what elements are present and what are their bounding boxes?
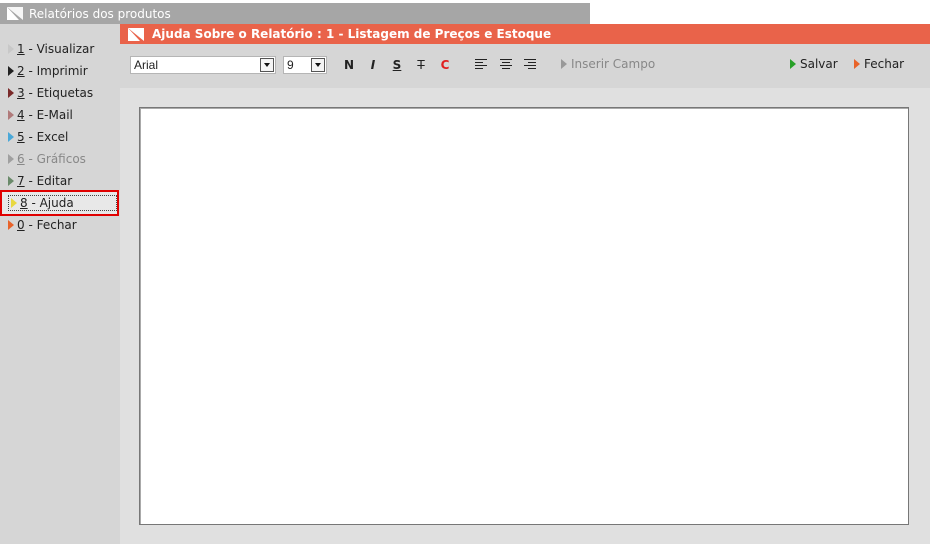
shortcut-key: 0 <box>17 218 25 232</box>
focus-outline: 8 - Ajuda <box>8 195 117 211</box>
font-size-select[interactable]: 9 <box>283 56 327 74</box>
arrow-icon <box>8 220 14 230</box>
save-button[interactable]: Salvar <box>790 57 838 71</box>
arrow-icon <box>8 66 14 76</box>
arrow-icon <box>8 154 14 164</box>
window-title-bar: Relatórios dos produtos <box>0 3 590 24</box>
sidebar-item-2[interactable]: 2 - Imprimir <box>0 60 120 82</box>
sidebar-item-label: - Editar <box>24 174 73 188</box>
shortcut-key: 1 <box>17 42 25 56</box>
panel-title: Ajuda Sobre o Relatório : 1 - Listagem d… <box>152 27 552 41</box>
logo-icon <box>7 7 23 20</box>
chevron-down-icon[interactable] <box>260 58 274 72</box>
panel-header: Ajuda Sobre o Relatório : 1 - Listagem d… <box>120 24 930 44</box>
sidebar-item-4[interactable]: 4 - E-Mail <box>0 104 120 126</box>
shortcut-key: 5 <box>17 130 25 144</box>
sidebar-item-label: - Etiquetas <box>24 86 94 100</box>
sidebar-item-3[interactable]: 3 - Etiquetas <box>0 82 120 104</box>
insert-field-button[interactable]: Inserir Campo <box>561 57 655 71</box>
sidebar-item-1[interactable]: 1 - Visualizar <box>0 38 120 60</box>
sidebar-item-8[interactable]: 8 - Ajuda <box>0 190 119 216</box>
font-size-value: 9 <box>287 58 294 72</box>
bold-button[interactable]: N <box>341 57 357 73</box>
arrow-icon <box>8 44 14 54</box>
play-icon <box>790 59 796 69</box>
play-icon <box>561 59 567 69</box>
help-panel: Ajuda Sobre o Relatório : 1 - Listagem d… <box>120 24 930 544</box>
shortcut-key: 2 <box>17 64 25 78</box>
align-right-icon[interactable] <box>524 59 536 70</box>
align-center-icon[interactable] <box>500 59 512 70</box>
sidebar: 1 - Visualizar 2 - Imprimir 3 - Etiquetas 4… <box>0 24 120 544</box>
play-icon <box>854 59 860 69</box>
logo-icon <box>128 27 144 41</box>
sidebar-item-label: - Visualizar <box>24 42 95 56</box>
sidebar-item-7[interactable]: 7 - Editar <box>0 170 120 192</box>
save-label: Salvar <box>800 57 838 71</box>
arrow-icon <box>8 176 14 186</box>
sidebar-item-5[interactable]: 5 - Excel <box>0 126 120 148</box>
shortcut-key: 8 <box>20 196 28 210</box>
chevron-down-icon[interactable] <box>311 58 325 72</box>
arrow-icon <box>8 132 14 142</box>
shortcut-key: 6 <box>17 152 25 166</box>
sidebar-item-6[interactable]: 6 - Gráficos <box>0 148 120 170</box>
editor-toolbar: Arial 9 N I S T C Inserir Campo Salvar F… <box>120 44 930 88</box>
arrow-icon <box>8 110 14 120</box>
shortcut-key: 4 <box>17 108 25 122</box>
sidebar-item-label: - Ajuda <box>27 196 74 210</box>
font-family-value: Arial <box>134 58 159 72</box>
help-text-editor[interactable] <box>139 107 909 525</box>
underline-button[interactable]: S <box>389 57 405 73</box>
insert-field-label: Inserir Campo <box>571 57 656 71</box>
sidebar-item-label: - Excel <box>24 130 69 144</box>
sidebar-item-label: - E-Mail <box>24 108 73 122</box>
window-title: Relatórios dos produtos <box>29 6 171 21</box>
close-label: Fechar <box>864 57 905 71</box>
text-color-button[interactable]: C <box>437 57 453 73</box>
sidebar-menu: 1 - Visualizar 2 - Imprimir 3 - Etiquetas 4… <box>0 38 120 236</box>
arrow-icon <box>8 88 14 98</box>
sidebar-item-0[interactable]: 0 - Fechar <box>0 214 120 236</box>
sidebar-item-label: - Fechar <box>24 218 77 232</box>
shortcut-key: 3 <box>17 86 25 100</box>
strikethrough-button[interactable]: T <box>413 57 429 73</box>
sidebar-item-label: - Gráficos <box>24 152 86 166</box>
close-button[interactable]: Fechar <box>854 57 904 71</box>
arrow-icon <box>11 198 17 208</box>
align-left-icon[interactable] <box>475 59 487 70</box>
font-family-select[interactable]: Arial <box>130 56 276 74</box>
italic-button[interactable]: I <box>365 57 381 73</box>
shortcut-key: 7 <box>17 174 25 188</box>
sidebar-item-label: - Imprimir <box>24 64 88 78</box>
